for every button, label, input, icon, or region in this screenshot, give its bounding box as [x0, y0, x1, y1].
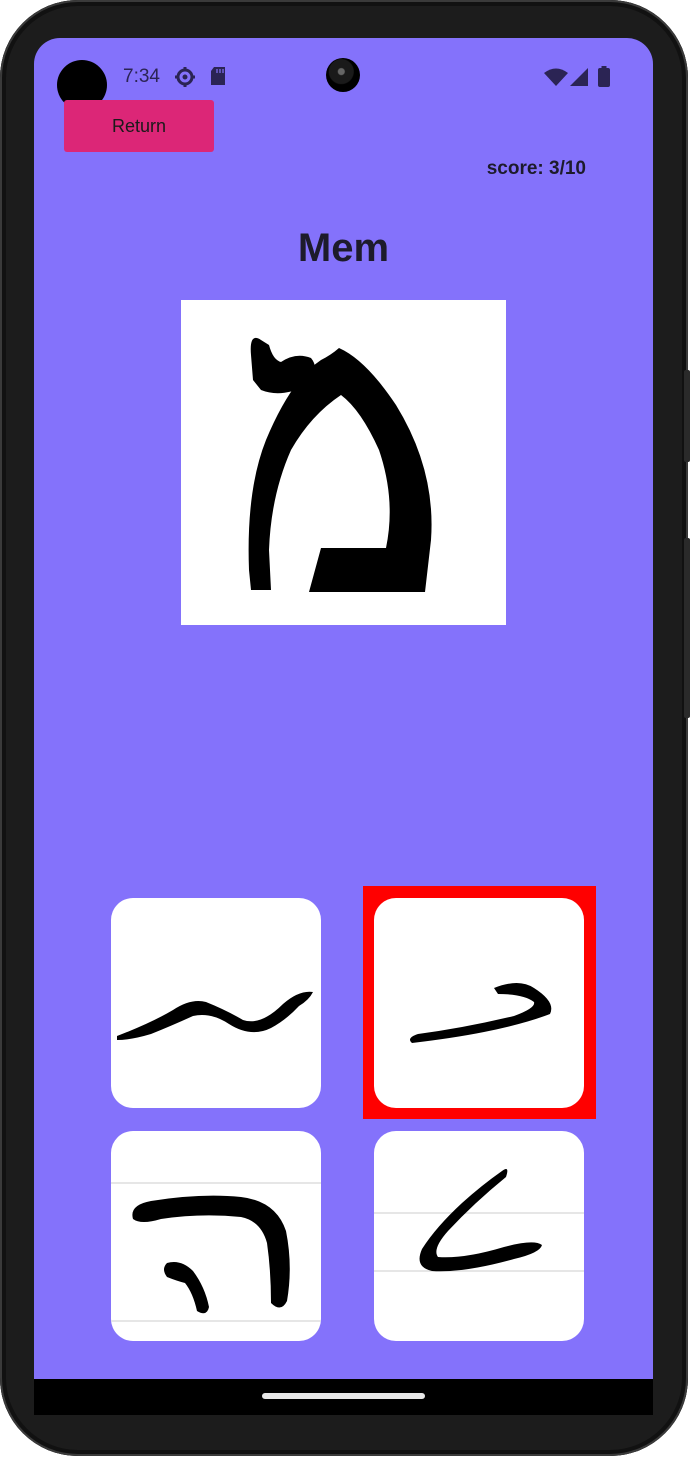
return-button[interactable]: Return [64, 100, 214, 152]
sd-card-icon [210, 66, 226, 91]
wifi-icon [544, 68, 568, 91]
settings-gear-icon [174, 66, 196, 93]
phone-frame: 7:34 Return score: 3/10 Mem [0, 0, 690, 1456]
answer-option-3[interactable] [111, 1131, 321, 1341]
hebrew-mem-glyph [248, 337, 432, 592]
home-gesture-handle[interactable] [262, 1393, 425, 1399]
status-bar: 7:34 [34, 38, 653, 108]
status-time: 7:34 [123, 66, 160, 87]
cell-signal-icon [570, 68, 588, 91]
answer-option-2[interactable] [374, 898, 584, 1108]
battery-icon [598, 66, 610, 92]
handwritten-tilde-stroke [117, 991, 313, 1040]
navigation-bar [34, 1379, 653, 1415]
answer-option-4[interactable] [374, 1131, 584, 1341]
handwritten-he-stroke [111, 1182, 321, 1322]
answer-option-1[interactable] [111, 898, 321, 1108]
app-screen: 7:34 Return score: 3/10 Mem [34, 38, 653, 1415]
handwritten-kaf-sofit-stroke [410, 983, 552, 1043]
volume-button [684, 370, 690, 462]
score-label: score: 3/10 [486, 158, 586, 179]
handwritten-lamed-stroke [374, 1169, 584, 1272]
letter-image-card [181, 300, 506, 625]
letter-name-title: Mem [297, 226, 390, 270]
power-button [684, 538, 690, 718]
front-camera [326, 58, 360, 92]
